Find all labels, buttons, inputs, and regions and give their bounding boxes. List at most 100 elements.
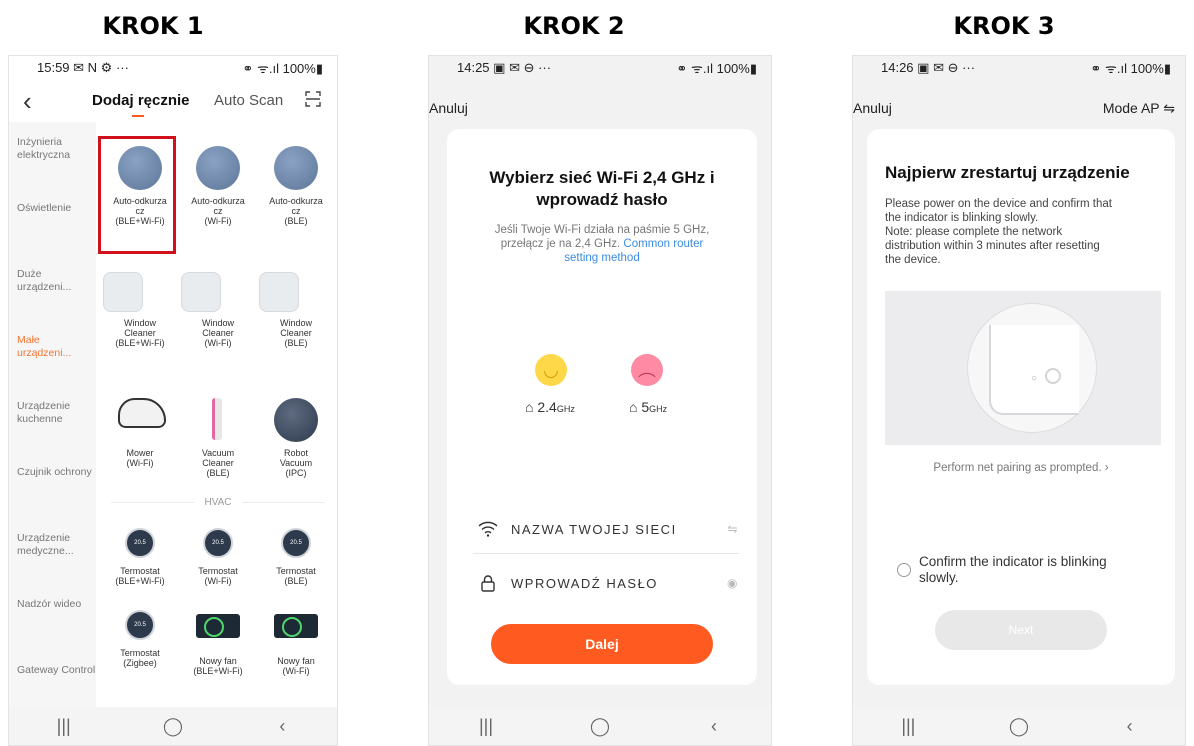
device-label: (Wi-Fi) [204,576,232,586]
sad-face-icon: ︵ [631,354,663,386]
tab-underline [132,115,144,117]
router-link[interactable]: setting method [473,251,731,265]
device-thermostat-wifi[interactable]: 20.5 Termostat (Wi-Fi) [179,520,257,602]
band-value: 5 [641,399,650,415]
back-icon[interactable]: ‹ [1100,716,1160,737]
device-window-cleaner-ble-wifi[interactable]: Window Cleaner (BLE+Wi-Fi) [101,264,179,390]
confirm-blinking-checkbox[interactable]: Confirm the indicator is blinking slowly… [897,554,1107,586]
device-fan-wifi[interactable]: Nowy fan (Wi-Fi) [257,602,335,678]
scan-icon[interactable] [305,91,321,107]
recent-apps-icon[interactable]: ||| [34,716,94,737]
band-unit: GHz [556,404,575,414]
step-2-title: KROK 2 [523,12,625,40]
thermostat-icon: 20.5 [125,528,155,558]
category-item[interactable]: Urządzenie kuchenne [17,386,96,452]
device-label: (BLE) [284,338,308,348]
hvac-section-divider: HVAC [101,490,335,514]
radio-circle-icon[interactable] [897,563,911,577]
device-label: (BLE) [206,468,230,478]
lock-icon [481,575,495,592]
eye-icon[interactable]: ◉ [727,576,739,590]
indicator-dot-icon: ○ [1031,373,1038,384]
category-item[interactable]: Inżynieria elektryczna [17,122,96,188]
recent-apps-icon[interactable]: ||| [456,716,516,737]
device-thermostat-ble-wifi[interactable]: 20.5 Termostat (BLE+Wi-Fi) [101,520,179,602]
device-grid: Auto-odkurza cz (BLE+Wi-Fi) Auto-odkurza… [98,136,335,678]
fan-icon-wrap [196,614,240,650]
thermostat-icon: 20.5 [203,528,233,558]
device-robot-vacuum-ipc[interactable]: Robot Vacuum (IPC) [257,390,335,490]
wifi-description: Jeśli Twoje Wi-Fi działa na paśmie 5 GHz… [473,223,731,265]
mode-ap-toggle[interactable]: Mode AP ⇋ [1103,100,1175,117]
device-label: Mower [126,448,154,458]
switch-network-icon[interactable]: ⇋ [727,522,739,536]
device-vacuum-cleaner[interactable]: Vacuum Cleaner (BLE) [179,390,257,490]
status-left: 14:25 ▣ ✉ ⊖ ··· [457,60,551,76]
device-row: 20.5 Termostat (Zigbee) Nowy fan (BLE+Wi… [101,602,335,678]
tab-manual-add[interactable]: Dodaj ręcznie [92,92,190,109]
device-label: Auto-odkurza [269,196,323,206]
device-row: Window Cleaner (BLE+Wi-Fi) Window Cleane… [101,264,335,390]
router-link[interactable]: Common router [623,238,703,250]
category-item[interactable]: Czujnik ochrony [17,452,96,518]
home-icon[interactable]: ◯ [989,716,1049,737]
device-label: Cleaner [202,458,234,468]
device-mower[interactable]: Mower (Wi-Fi) [101,390,179,490]
device-thermostat-ble[interactable]: 20.5 Termostat (BLE) [257,520,335,602]
desc-line: Please power on the device and confirm t… [885,198,1112,210]
network-name-placeholder: NAZWA TWOJEJ SIECI [511,521,677,537]
network-name-field[interactable]: NAZWA TWOJEJ SIECI ⇋ [473,507,739,551]
android-nav-bar: ||| ◯ ‹ [9,707,337,745]
back-chevron-icon[interactable]: ‹ [23,86,32,117]
thermostat-icon: 20.5 [281,528,311,558]
cancel-button[interactable]: Anuluj [853,100,892,116]
thermostat-icon: 20.5 [125,610,155,640]
happy-face-icon: ◡ [535,354,567,386]
android-nav-bar: ||| ◯ ‹ [853,707,1185,745]
category-item[interactable]: Urządzenie medyczne... [17,518,96,584]
back-icon[interactable]: ‹ [684,716,744,737]
device-label: (BLE+Wi-Fi) [193,666,243,676]
status-bar: 15:59 ✉ N ⚙ ··· ⚭ ᯤ.ıl 100%▮ [9,56,337,80]
category-item[interactable]: Oświetlenie [17,188,96,254]
category-item[interactable]: Nadzór wideo [17,584,96,650]
category-item[interactable]: Gateway Control [17,650,96,698]
field-divider [473,553,739,554]
cancel-button[interactable]: Anuluj [429,100,468,116]
category-item-active[interactable]: Małe urządzeni... [17,320,96,386]
router-icon: ⌂ [525,399,534,415]
device-label: Vacuum [279,458,313,468]
band-24ghz: ⌂ 2.4GHz [525,399,575,415]
home-icon[interactable]: ◯ [143,716,203,737]
device-row: Auto-odkurza cz (BLE+Wi-Fi) Auto-odkurza… [98,136,335,264]
status-left: 14:26 ▣ ✉ ⊖ ··· [881,60,975,76]
next-button-disabled[interactable]: Next [935,610,1107,650]
category-item[interactable]: Duże urządzeni... [17,254,96,320]
android-nav-bar: ||| ◯ ‹ [429,707,771,745]
add-device-header: ‹ Dodaj ręcznie Auto Scan [9,80,337,122]
tab-auto-scan[interactable]: Auto Scan [214,92,283,109]
back-icon[interactable]: ‹ [252,716,312,737]
notification-icons: ✉ N ⚙ ··· [73,60,129,75]
device-robot-ble[interactable]: Auto-odkurza cz (BLE) [257,138,335,264]
status-time: 14:26 [881,60,914,75]
next-button[interactable]: Dalej [491,624,713,664]
device-thermostat-zigbee[interactable]: 20.5 Termostat (Zigbee) [101,602,179,678]
device-robot-ble-wifi[interactable]: Auto-odkurza cz (BLE+Wi-Fi) [98,136,179,264]
device-robot-wifi[interactable]: Auto-odkurza cz (Wi-Fi) [179,138,257,264]
status-bar: 14:26 ▣ ✉ ⊖ ··· ⚭ ᯤ.ıl 100%▮ [853,56,1185,80]
desc-line: distribution within 3 minutes after rese… [885,240,1100,252]
desc-line: Note: please complete the network [885,226,1063,238]
recent-apps-icon[interactable]: ||| [878,716,938,737]
device-fan-ble-wifi[interactable]: Nowy fan (BLE+Wi-Fi) [179,602,257,678]
window-cleaner-icon [259,272,299,312]
phone-screen-step3: 14:26 ▣ ✉ ⊖ ··· ⚭ ᯤ.ıl 100%▮ Anuluj Mode… [852,55,1186,746]
device-illustration: ○ [885,291,1161,445]
pairing-help-link[interactable]: Perform net pairing as prompted. › [867,462,1175,474]
device-window-cleaner-ble[interactable]: Window Cleaner (BLE) [257,264,335,390]
step-1-title: KROK 1 [102,12,204,40]
password-field[interactable]: WPROWADŹ HASŁO ◉ [473,561,739,605]
device-window-cleaner-wifi[interactable]: Window Cleaner (Wi-Fi) [179,264,257,390]
tutorial-page: KROK 1 KROK 2 KROK 3 15:59 ✉ N ⚙ ··· ⚭ ᯤ… [0,0,1194,746]
home-icon[interactable]: ◯ [570,716,630,737]
